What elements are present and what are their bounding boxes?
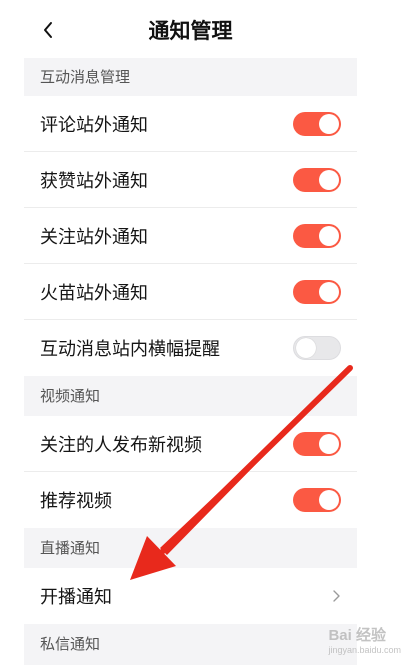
screen: 通知管理 互动消息管理 评论站外通知 获赞站外通知 关注站外通知 火苗站外通知 …	[0, 0, 409, 665]
section-live: 直播通知	[24, 528, 357, 568]
toggle-like-notify[interactable]	[293, 168, 341, 192]
section-interaction: 互动消息管理	[24, 58, 357, 96]
toggle-comment-notify[interactable]	[293, 112, 341, 136]
row-banner-notify[interactable]: 互动消息站内横幅提醒	[24, 320, 357, 376]
watermark-text: Bai 经验	[328, 627, 386, 644]
toggle-knob	[296, 338, 316, 358]
section-dm: 私信通知	[24, 624, 357, 665]
toggle-knob	[319, 226, 339, 246]
row-recommended-video[interactable]: 推荐视频	[24, 472, 357, 528]
toggle-recommended-video[interactable]	[293, 488, 341, 512]
toggle-follow-notify[interactable]	[293, 224, 341, 248]
row-like-notify[interactable]: 获赞站外通知	[24, 152, 357, 208]
toggle-followed-new-video[interactable]	[293, 432, 341, 456]
toggle-knob	[319, 434, 339, 454]
settings-panel: 通知管理 互动消息管理 评论站外通知 获赞站外通知 关注站外通知 火苗站外通知 …	[24, 0, 357, 665]
header: 通知管理	[24, 0, 357, 58]
row-label: 获赞站外通知	[40, 170, 148, 192]
row-label: 互动消息站内横幅提醒	[40, 339, 220, 360]
row-label: 推荐视频	[40, 491, 112, 512]
toggle-knob	[319, 114, 339, 134]
toggle-flame-notify[interactable]	[293, 280, 341, 304]
toggle-knob	[319, 282, 339, 302]
row-label: 关注的人发布新视频	[40, 434, 202, 456]
row-label: 开播通知	[40, 587, 112, 608]
row-label: 关注站外通知	[40, 226, 148, 248]
row-comment-notify[interactable]: 评论站外通知	[24, 96, 357, 152]
row-label: 评论站外通知	[40, 114, 148, 136]
toggle-knob	[319, 490, 339, 510]
toggle-banner-notify[interactable]	[293, 336, 341, 360]
row-follow-notify[interactable]: 关注站外通知	[24, 208, 357, 264]
section-video: 视频通知	[24, 376, 357, 416]
watermark-url: jingyan.baidu.com	[328, 645, 401, 655]
watermark-logo: Bai 经验 jingyan.baidu.com	[328, 624, 401, 655]
chevron-right-icon	[333, 590, 340, 602]
row-live-start-notify[interactable]: 开播通知	[24, 568, 357, 624]
row-followed-new-video[interactable]: 关注的人发布新视频	[24, 416, 357, 472]
row-flame-notify[interactable]: 火苗站外通知	[24, 264, 357, 320]
toggle-knob	[319, 170, 339, 190]
row-label: 火苗站外通知	[40, 282, 148, 304]
page-title: 通知管理	[148, 19, 233, 43]
